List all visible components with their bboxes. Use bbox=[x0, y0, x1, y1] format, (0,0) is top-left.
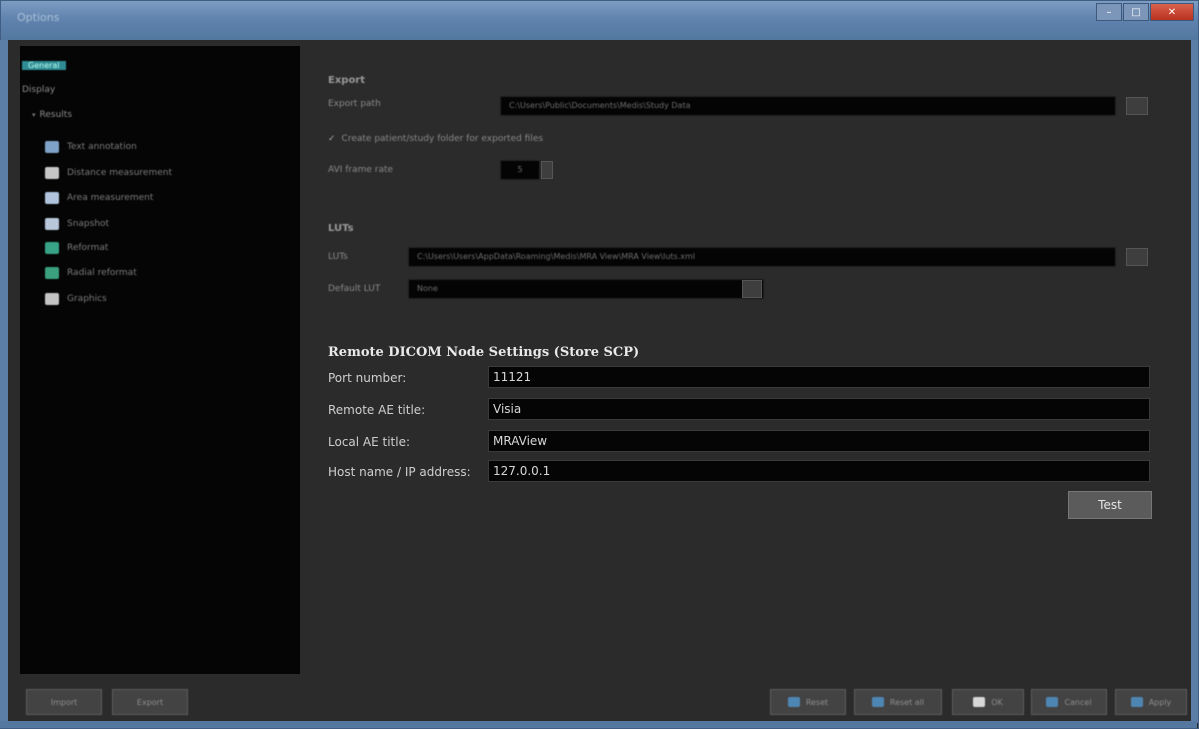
maximize-button[interactable]: □ bbox=[1123, 3, 1149, 21]
sidebar-subitem-label: Area measurement bbox=[67, 193, 154, 203]
reset-button[interactable]: Reset bbox=[770, 689, 846, 715]
graphics-icon bbox=[45, 293, 59, 305]
checkmark-icon: ✓ bbox=[328, 134, 336, 144]
sidebar-subitem[interactable]: Snapshot bbox=[45, 216, 109, 232]
host-name-label: Host name / IP address: bbox=[328, 465, 471, 479]
local-ae-title-input[interactable]: MRAView bbox=[488, 430, 1150, 452]
button-label: OK bbox=[991, 697, 1003, 707]
spinbox-arrows[interactable] bbox=[541, 161, 553, 179]
export-section-title: Export bbox=[328, 75, 366, 86]
sidebar-item-display[interactable]: Display bbox=[22, 83, 55, 97]
expand-chevron-icon: ▾ bbox=[32, 111, 36, 119]
export-path-field[interactable]: C:\Users\Public\Documents\Medis\Study Da… bbox=[500, 96, 1116, 116]
luts-path-field[interactable]: C:\Users\Users\AppData\Roaming\Medis\MRA… bbox=[408, 247, 1116, 267]
snapshot-icon bbox=[45, 218, 59, 230]
luts-browse-button[interactable] bbox=[1126, 248, 1148, 266]
default-lut-dropdown-button[interactable] bbox=[742, 280, 762, 298]
sidebar-subitem-label: Graphics bbox=[67, 294, 107, 304]
sidebar-item-label: Results bbox=[39, 110, 73, 120]
minimize-button[interactable]: – bbox=[1096, 3, 1122, 21]
window-frame-bottom bbox=[0, 721, 1197, 728]
sidebar-subitem-label: Radial reformat bbox=[67, 268, 137, 278]
button-label: Reset all bbox=[889, 697, 925, 707]
window-title: Options bbox=[17, 11, 60, 24]
test-button[interactable]: Test bbox=[1068, 491, 1152, 519]
button-label: Export bbox=[136, 697, 164, 707]
sidebar-subitem[interactable]: Distance measurement bbox=[45, 165, 172, 181]
export-path-browse-button[interactable] bbox=[1126, 97, 1148, 115]
window-frame-left bbox=[0, 40, 8, 723]
radial-reformat-icon bbox=[45, 267, 59, 279]
maximize-icon: □ bbox=[1131, 6, 1141, 18]
ruler-icon bbox=[45, 167, 59, 179]
area-icon bbox=[45, 192, 59, 204]
ok-button[interactable]: OK bbox=[952, 689, 1024, 715]
host-name-input[interactable]: 127.0.0.1 bbox=[488, 460, 1150, 482]
export-path-label: Export path bbox=[328, 99, 381, 109]
port-number-input[interactable]: 11121 bbox=[488, 366, 1150, 388]
import-button[interactable]: Import bbox=[26, 689, 102, 715]
sidebar-subitem[interactable]: Radial reformat bbox=[45, 265, 137, 281]
port-number-label: Port number: bbox=[328, 371, 407, 385]
avi-frame-rate-spinbox[interactable]: 5 bbox=[500, 160, 540, 180]
luts-section-title: LUTs bbox=[328, 223, 354, 234]
ok-icon bbox=[973, 697, 986, 707]
close-icon: ✕ bbox=[1167, 6, 1177, 18]
sidebar-item-label: Display bbox=[22, 85, 56, 95]
sidebar-subitem-label: Distance measurement bbox=[67, 168, 173, 178]
minimize-icon: – bbox=[1106, 6, 1112, 18]
cancel-button[interactable]: Cancel bbox=[1031, 689, 1107, 715]
default-lut-select[interactable]: None bbox=[408, 279, 764, 299]
sidebar-item-general[interactable]: General bbox=[22, 59, 66, 73]
local-ae-title-label: Local AE title: bbox=[328, 435, 411, 449]
reformat-icon bbox=[45, 242, 59, 254]
checkbox-label: Create patient/study folder for exported… bbox=[341, 134, 544, 144]
close-button[interactable]: ✕ bbox=[1150, 3, 1194, 21]
window-controls: – □ ✕ bbox=[1096, 3, 1194, 21]
cancel-icon bbox=[1046, 697, 1059, 707]
button-label: Import bbox=[50, 697, 78, 707]
sidebar-subitem-label: Reformat bbox=[67, 243, 109, 253]
reset-all-button[interactable]: Reset all bbox=[854, 689, 942, 715]
avi-frame-rate-label: AVI frame rate bbox=[328, 165, 394, 175]
luts-label: LUTs bbox=[328, 252, 348, 262]
default-lut-label: Default LUT bbox=[328, 284, 381, 294]
window-frame-right bbox=[1191, 40, 1198, 723]
remote-ae-title-input[interactable]: Visia bbox=[488, 398, 1150, 420]
apply-button[interactable]: Apply bbox=[1115, 689, 1187, 715]
remote-ae-title-label: Remote AE title: bbox=[328, 403, 426, 417]
apply-icon bbox=[1130, 697, 1143, 707]
button-label: Cancel bbox=[1064, 697, 1092, 707]
sidebar-subitem-label: Text annotation bbox=[67, 142, 137, 152]
sidebar-subitem[interactable]: Graphics bbox=[45, 291, 107, 307]
sidebar-item-label: General bbox=[22, 61, 66, 70]
button-label: Apply bbox=[1148, 697, 1172, 707]
sidebar-subitem[interactable]: Text annotation bbox=[45, 139, 137, 155]
sidebar-subitem-label: Snapshot bbox=[67, 219, 110, 229]
sidebar-item-results[interactable]: ▾ Results bbox=[32, 108, 72, 122]
reset-icon bbox=[787, 697, 800, 707]
sidebar-subitem[interactable]: Reformat bbox=[45, 240, 108, 256]
reset-all-icon bbox=[871, 697, 884, 707]
title-bar[interactable]: Options – □ ✕ bbox=[1, 1, 1198, 41]
remote-dicom-section-title: Remote DICOM Node Settings (Store SCP) bbox=[328, 345, 640, 360]
button-label: Reset bbox=[805, 697, 829, 707]
sidebar-subitem[interactable]: Area measurement bbox=[45, 190, 153, 206]
text-annotation-icon bbox=[45, 141, 59, 153]
export-create-folder-checkbox[interactable]: ✓ Create patient/study folder for exporte… bbox=[328, 134, 543, 144]
export-button[interactable]: Export bbox=[112, 689, 188, 715]
